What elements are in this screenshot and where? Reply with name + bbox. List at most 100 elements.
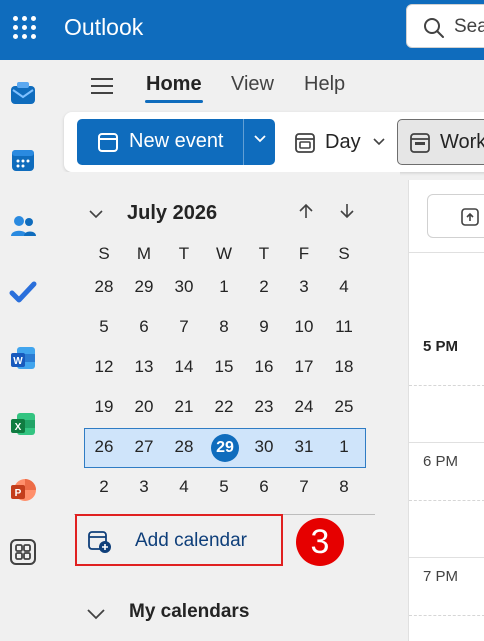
calendar-day[interactable]: 8 — [324, 472, 364, 502]
calendar-day[interactable]: 3 — [284, 272, 324, 302]
divider — [409, 252, 484, 253]
calendar-day[interactable]: 15 — [204, 352, 244, 382]
view-day-dropdown[interactable]: Day — [290, 122, 390, 164]
calendar-day[interactable]: 11 — [324, 312, 364, 342]
search-input[interactable]: Sea — [406, 4, 484, 48]
calendar-day[interactable]: 7 — [164, 312, 204, 342]
mail-icon[interactable] — [9, 80, 37, 108]
menu-icon[interactable] — [91, 78, 113, 94]
hour-label: 5 PM — [423, 338, 459, 355]
add-calendar-button[interactable]: Add calendar — [75, 514, 283, 566]
calendar-day[interactable]: 2 — [84, 472, 124, 502]
calendar-today-icon — [461, 208, 479, 226]
today-marker[interactable]: 29 — [211, 434, 239, 462]
calendar-icon[interactable] — [9, 146, 37, 174]
weekday-header: W — [215, 244, 233, 263]
tab-view[interactable]: View — [231, 73, 274, 96]
app-launcher-icon[interactable] — [13, 16, 37, 40]
calendar-add-icon — [98, 133, 118, 152]
calendar-day[interactable]: 5 — [204, 472, 244, 502]
chevron-down-icon[interactable] — [88, 206, 104, 222]
calendar-day[interactable]: 6 — [244, 472, 284, 502]
app-rail: W X P — [0, 60, 60, 641]
calendar-day[interactable]: 26 — [84, 432, 124, 462]
excel-icon[interactable]: X — [9, 410, 37, 438]
ribbon-tabs: Home View Help — [60, 60, 484, 110]
arrow-up-icon[interactable] — [297, 202, 315, 220]
calendar-day[interactable]: 16 — [244, 352, 284, 382]
calendar-day[interactable]: 4 — [164, 472, 204, 502]
calendar-day[interactable]: 3 — [124, 472, 164, 502]
svg-text:P: P — [15, 488, 22, 499]
calendar-day[interactable]: 2 — [244, 272, 284, 302]
work-week-icon — [410, 133, 430, 153]
more-apps-icon[interactable] — [9, 538, 37, 566]
weekday-header: F — [298, 244, 310, 263]
weekday-header: S — [98, 244, 110, 263]
chevron-down-icon — [373, 138, 385, 146]
calendar-day[interactable]: 17 — [284, 352, 324, 382]
calendar-day[interactable]: 8 — [204, 312, 244, 342]
todo-icon[interactable] — [9, 278, 37, 306]
word-icon[interactable]: W — [9, 344, 37, 372]
calendar-day[interactable]: 13 — [124, 352, 164, 382]
calendar-day[interactable]: 22 — [204, 392, 244, 422]
arrow-down-icon[interactable] — [338, 202, 356, 220]
half-hour-line — [409, 615, 484, 616]
calendar-day[interactable]: 25 — [324, 392, 364, 422]
tab-help[interactable]: Help — [304, 73, 345, 96]
today-button[interactable] — [427, 194, 484, 238]
calendar-day[interactable]: 10 — [284, 312, 324, 342]
half-hour-line — [409, 385, 484, 386]
calendar-day[interactable]: 5 — [84, 312, 124, 342]
search-placeholder: Sea — [454, 16, 484, 37]
calendar-add-icon — [88, 531, 111, 553]
calendar-day[interactable]: 23 — [244, 392, 284, 422]
weekday-header: T — [258, 244, 270, 263]
calendar-day[interactable]: 18 — [324, 352, 364, 382]
calendar-day[interactable]: 30 — [244, 432, 284, 462]
work-week-label: Work — [440, 131, 484, 153]
hour-line — [409, 442, 484, 443]
calendar-day[interactable]: 24 — [284, 392, 324, 422]
calendar-day[interactable]: 1 — [324, 432, 364, 462]
weekday-header: S — [338, 244, 350, 263]
mini-calendar-month[interactable]: July 2026 — [127, 202, 217, 225]
new-event-button[interactable]: New event — [77, 119, 275, 165]
calendar-day[interactable]: 21 — [164, 392, 204, 422]
calendar-day[interactable]: 27 — [124, 432, 164, 462]
chevron-down-icon[interactable] — [253, 131, 267, 145]
hour-label: 6 PM — [423, 453, 459, 470]
powerpoint-icon[interactable]: P — [9, 476, 37, 504]
calendar-day[interactable]: 28 — [164, 432, 204, 462]
calendar-day[interactable]: 19 — [84, 392, 124, 422]
weekday-header: T — [178, 244, 190, 263]
calendar-day[interactable]: 4 — [324, 272, 364, 302]
calendar-day[interactable]: 30 — [164, 272, 204, 302]
calendar-day[interactable]: 9 — [244, 312, 284, 342]
calendar-day[interactable]: 29 — [124, 272, 164, 302]
svg-text:W: W — [13, 356, 23, 367]
svg-text:X: X — [15, 422, 22, 433]
calendar-day[interactable]: 7 — [284, 472, 324, 502]
work-week-button[interactable]: Work — [397, 119, 484, 165]
chevron-down-icon[interactable] — [86, 604, 106, 624]
people-icon[interactable] — [9, 212, 37, 240]
search-icon — [424, 18, 444, 38]
hour-line — [409, 557, 484, 558]
calendar-day[interactable]: 31 — [284, 432, 324, 462]
calendar-day[interactable]: 1 — [204, 272, 244, 302]
calendar-day[interactable]: 6 — [124, 312, 164, 342]
calendar-day[interactable]: 14 — [164, 352, 204, 382]
app-header: Outlook Sea — [0, 0, 484, 60]
calendar-day[interactable]: 28 — [84, 272, 124, 302]
half-hour-line — [409, 500, 484, 501]
day-view-icon — [295, 133, 315, 153]
split-divider — [243, 119, 244, 165]
tab-home[interactable]: Home — [146, 73, 202, 96]
my-calendars-header[interactable]: My calendars — [129, 601, 249, 623]
calendar-day[interactable]: 20 — [124, 392, 164, 422]
weekday-header: M — [136, 244, 152, 263]
calendar-day[interactable]: 12 — [84, 352, 124, 382]
add-calendar-label: Add calendar — [135, 530, 247, 551]
